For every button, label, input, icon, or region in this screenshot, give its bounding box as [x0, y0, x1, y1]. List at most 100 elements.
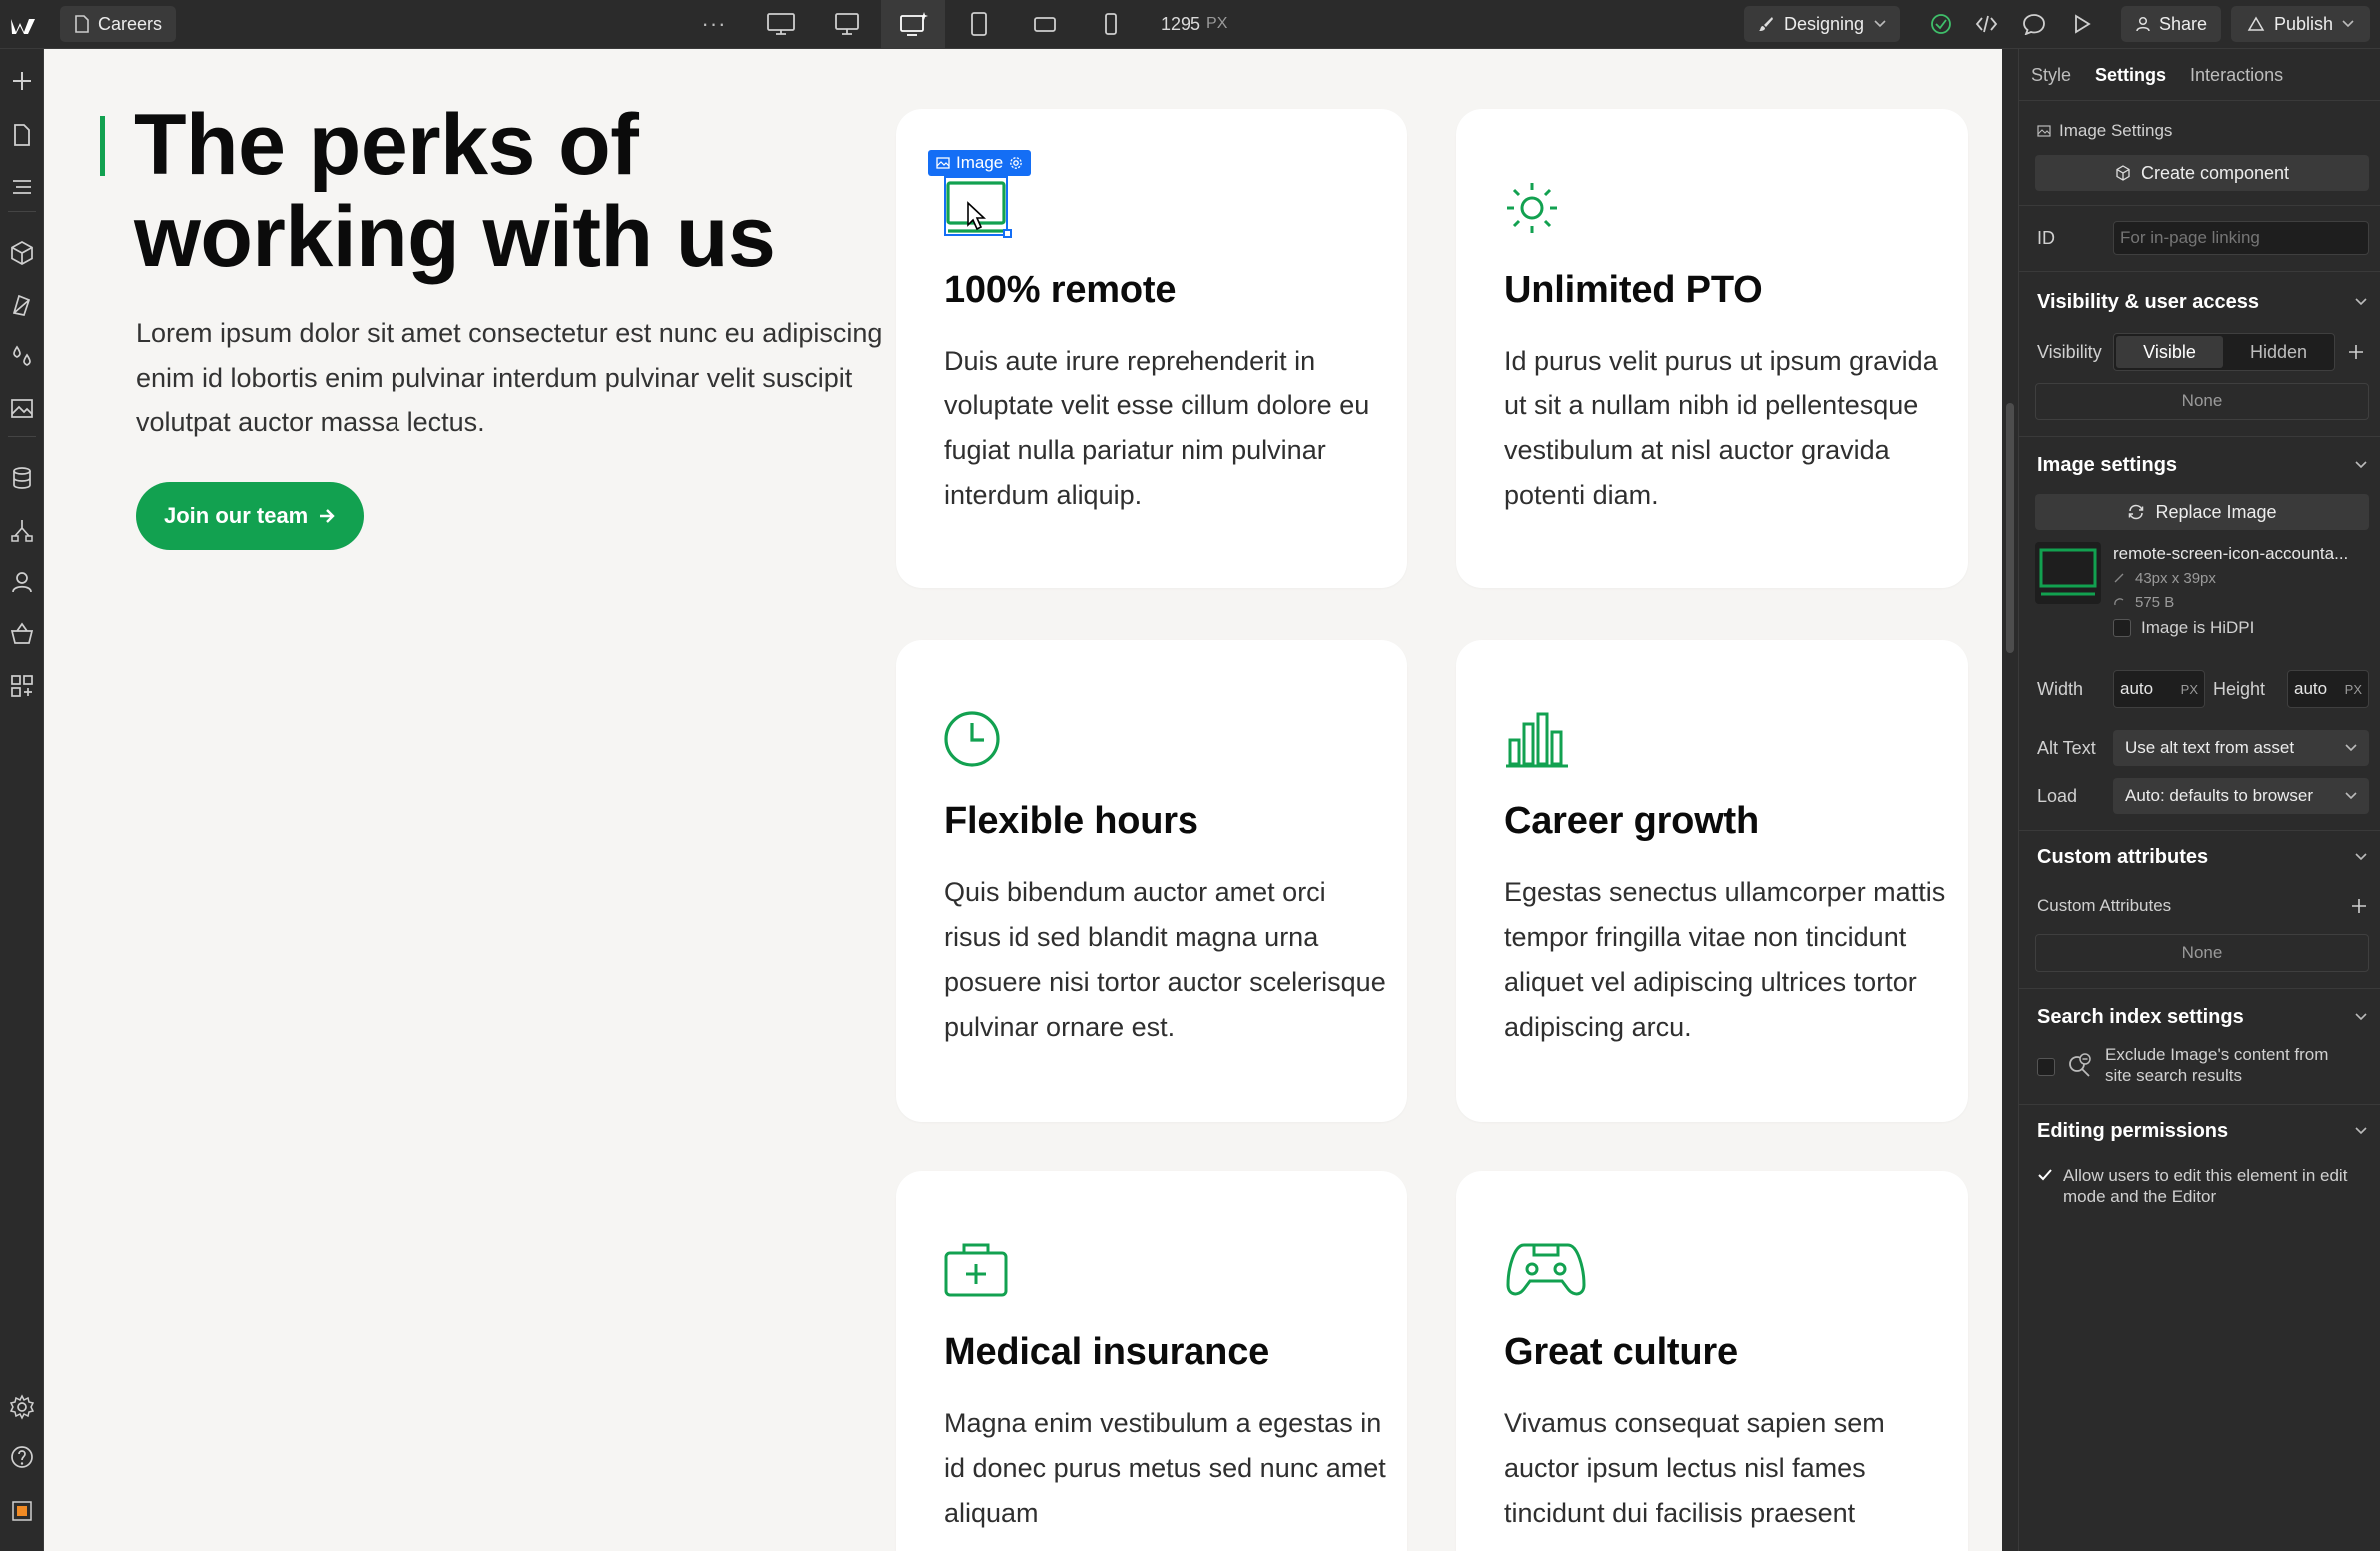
- bar-chart-icon[interactable]: [1504, 708, 1570, 770]
- hidpi-checkbox[interactable]: [2113, 619, 2131, 637]
- card-title[interactable]: Flexible hours: [944, 800, 1198, 843]
- image-settings-section-header[interactable]: Image settings: [2037, 448, 2367, 482]
- tab-style[interactable]: Style: [2019, 49, 2083, 101]
- alt-text-select[interactable]: Use alt text from asset: [2113, 730, 2369, 766]
- code-icon[interactable]: [1970, 8, 2003, 40]
- card-title[interactable]: Career growth: [1504, 800, 1759, 843]
- width-value: auto: [2120, 679, 2154, 698]
- users-icon[interactable]: [6, 566, 38, 598]
- clock-icon[interactable]: [944, 708, 1010, 770]
- comment-icon[interactable]: [2017, 8, 2051, 40]
- checkmark-icon[interactable]: [2037, 1167, 2053, 1183]
- hidpi-option[interactable]: Image is HiDPI: [2113, 616, 2254, 640]
- card-text[interactable]: Quis bibendum auctor amet orci risus id …: [944, 870, 1388, 1050]
- height-label: Height: [2213, 678, 2266, 699]
- canvas-scrollbar-thumb[interactable]: [2006, 403, 2014, 653]
- visible-option[interactable]: Visible: [2116, 336, 2223, 368]
- breakpoint-base[interactable]: [881, 0, 945, 48]
- card-title[interactable]: 100% remote: [944, 269, 1176, 312]
- image-settings-heading-label: Image Settings: [2059, 121, 2173, 140]
- tab-settings[interactable]: Settings: [2083, 49, 2178, 101]
- preview-play-icon[interactable]: [2065, 8, 2099, 40]
- breakpoint-tablet[interactable]: [947, 0, 1011, 48]
- check-status-icon[interactable]: [1924, 8, 1958, 40]
- style-selectors-icon[interactable]: [6, 289, 38, 321]
- card-title[interactable]: Medical insurance: [944, 1331, 1269, 1374]
- settings-gear-icon[interactable]: [6, 1391, 38, 1423]
- perk-card[interactable]: Flexible hours Quis bibendum auctor amet…: [896, 640, 1407, 1122]
- chevron-down-icon: [2345, 792, 2357, 800]
- search-index-section-header[interactable]: Search index settings: [2037, 1000, 2367, 1034]
- editing-permissions-section-header[interactable]: Editing permissions: [2037, 1114, 2367, 1148]
- card-title[interactable]: Unlimited PTO: [1504, 269, 1763, 312]
- ecommerce-icon[interactable]: [6, 618, 38, 650]
- publish-button[interactable]: Publish: [2231, 6, 2371, 42]
- mobile-landscape-icon: [1034, 17, 1056, 32]
- tab-interactions[interactable]: Interactions: [2178, 49, 2295, 101]
- image-file-size: 575 B: [2113, 592, 2174, 612]
- refresh-icon: [2129, 504, 2144, 520]
- add-attribute-icon[interactable]: [2351, 898, 2367, 914]
- status-square-icon[interactable]: [6, 1495, 38, 1527]
- assets-icon[interactable]: [6, 392, 38, 424]
- canvas-scrollbar[interactable]: [2002, 49, 2018, 1551]
- help-icon[interactable]: [6, 1441, 38, 1473]
- visibility-section-header[interactable]: Visibility & user access: [2037, 285, 2367, 319]
- replace-image-button[interactable]: Replace Image: [2035, 494, 2369, 530]
- breakpoint-desktop[interactable]: [815, 0, 879, 48]
- perk-card[interactable]: Unlimited PTO Id purus velit purus ut ip…: [1456, 109, 1968, 588]
- card-text[interactable]: Egestas senectus ullamcorper mattis temp…: [1504, 870, 1949, 1050]
- cms-icon[interactable]: [6, 462, 38, 494]
- search-exclude-option[interactable]: Exclude Image's content from site search…: [2037, 1044, 2367, 1094]
- image-thumbnail[interactable]: [2035, 542, 2101, 604]
- chevron-down-icon: [2355, 1013, 2367, 1021]
- hero-description[interactable]: Lorem ipsum dolor sit amet consectetur e…: [136, 311, 895, 445]
- custom-attributes-empty: None: [2035, 934, 2369, 972]
- hidden-option[interactable]: Hidden: [2225, 336, 2332, 368]
- breakpoint-mobile-portrait[interactable]: [1079, 0, 1143, 48]
- perk-card[interactable]: Career growth Egestas senectus ullamcorp…: [1456, 640, 1968, 1122]
- breakpoint-mobile-landscape[interactable]: [1013, 0, 1077, 48]
- perk-card[interactable]: Image 100% remote Duis aute irure repreh…: [896, 109, 1407, 588]
- more-options-button[interactable]: ···: [699, 10, 729, 38]
- logic-icon[interactable]: [6, 514, 38, 546]
- editing-allow-option[interactable]: Allow users to edit this element in edit…: [2037, 1165, 2367, 1213]
- webflow-logo-icon[interactable]: [8, 10, 38, 40]
- perk-card[interactable]: Great culture Vivamus consequat sapien s…: [1456, 1171, 1968, 1551]
- page-selector[interactable]: Careers: [60, 6, 177, 42]
- design-canvas[interactable]: The perks of working with us Lorem ipsum…: [44, 49, 2002, 1551]
- load-select[interactable]: Auto: defaults to browser: [2113, 778, 2369, 814]
- mode-switcher[interactable]: Designing: [1744, 6, 1901, 42]
- components-icon[interactable]: [6, 237, 38, 269]
- apps-icon[interactable]: [6, 670, 38, 702]
- canvas-width-readout[interactable]: 1295 PX: [1161, 0, 1227, 48]
- navigator-icon[interactable]: [6, 171, 38, 203]
- join-our-team-button[interactable]: Join our team: [136, 482, 365, 550]
- pages-icon[interactable]: [6, 119, 38, 151]
- card-text[interactable]: Magna enim vestibulum a egestas in id do…: [944, 1401, 1388, 1536]
- create-component-button[interactable]: Create component: [2035, 155, 2369, 191]
- hero-title[interactable]: The perks of working with us: [134, 99, 893, 283]
- selected-element-label[interactable]: Image: [928, 150, 1032, 176]
- visibility-toggle[interactable]: Visible Hidden: [2113, 333, 2335, 371]
- variables-icon[interactable]: [6, 341, 38, 373]
- perk-card[interactable]: Medical insurance Magna enim vestibulum …: [896, 1171, 1407, 1551]
- search-exclude-checkbox[interactable]: [2037, 1058, 2055, 1076]
- gamepad-icon[interactable]: [1504, 1239, 1588, 1301]
- add-elements-icon[interactable]: [6, 65, 38, 97]
- id-input[interactable]: [2113, 221, 2369, 255]
- add-visibility-condition-icon[interactable]: [2343, 333, 2369, 371]
- custom-attributes-section-header[interactable]: Custom attributes: [2037, 840, 2367, 874]
- card-text[interactable]: Id purus velit purus ut ipsum gravida ut…: [1504, 339, 1949, 518]
- card-text[interactable]: Duis aute irure reprehenderit in volupta…: [944, 339, 1388, 518]
- sun-icon[interactable]: [1504, 177, 1570, 239]
- height-input[interactable]: auto PX: [2287, 670, 2369, 708]
- editing-allow-label: Allow users to edit this element in edit…: [2063, 1166, 2348, 1206]
- width-input[interactable]: auto PX: [2113, 670, 2205, 708]
- medical-kit-icon[interactable]: [944, 1239, 1010, 1301]
- card-text[interactable]: Vivamus consequat sapien sem auctor ipsu…: [1504, 1401, 1949, 1536]
- share-button[interactable]: Share: [2121, 6, 2222, 42]
- resize-handle[interactable]: [1003, 229, 1012, 238]
- breakpoint-desktop-large[interactable]: [749, 0, 813, 48]
- card-title[interactable]: Great culture: [1504, 1331, 1738, 1374]
